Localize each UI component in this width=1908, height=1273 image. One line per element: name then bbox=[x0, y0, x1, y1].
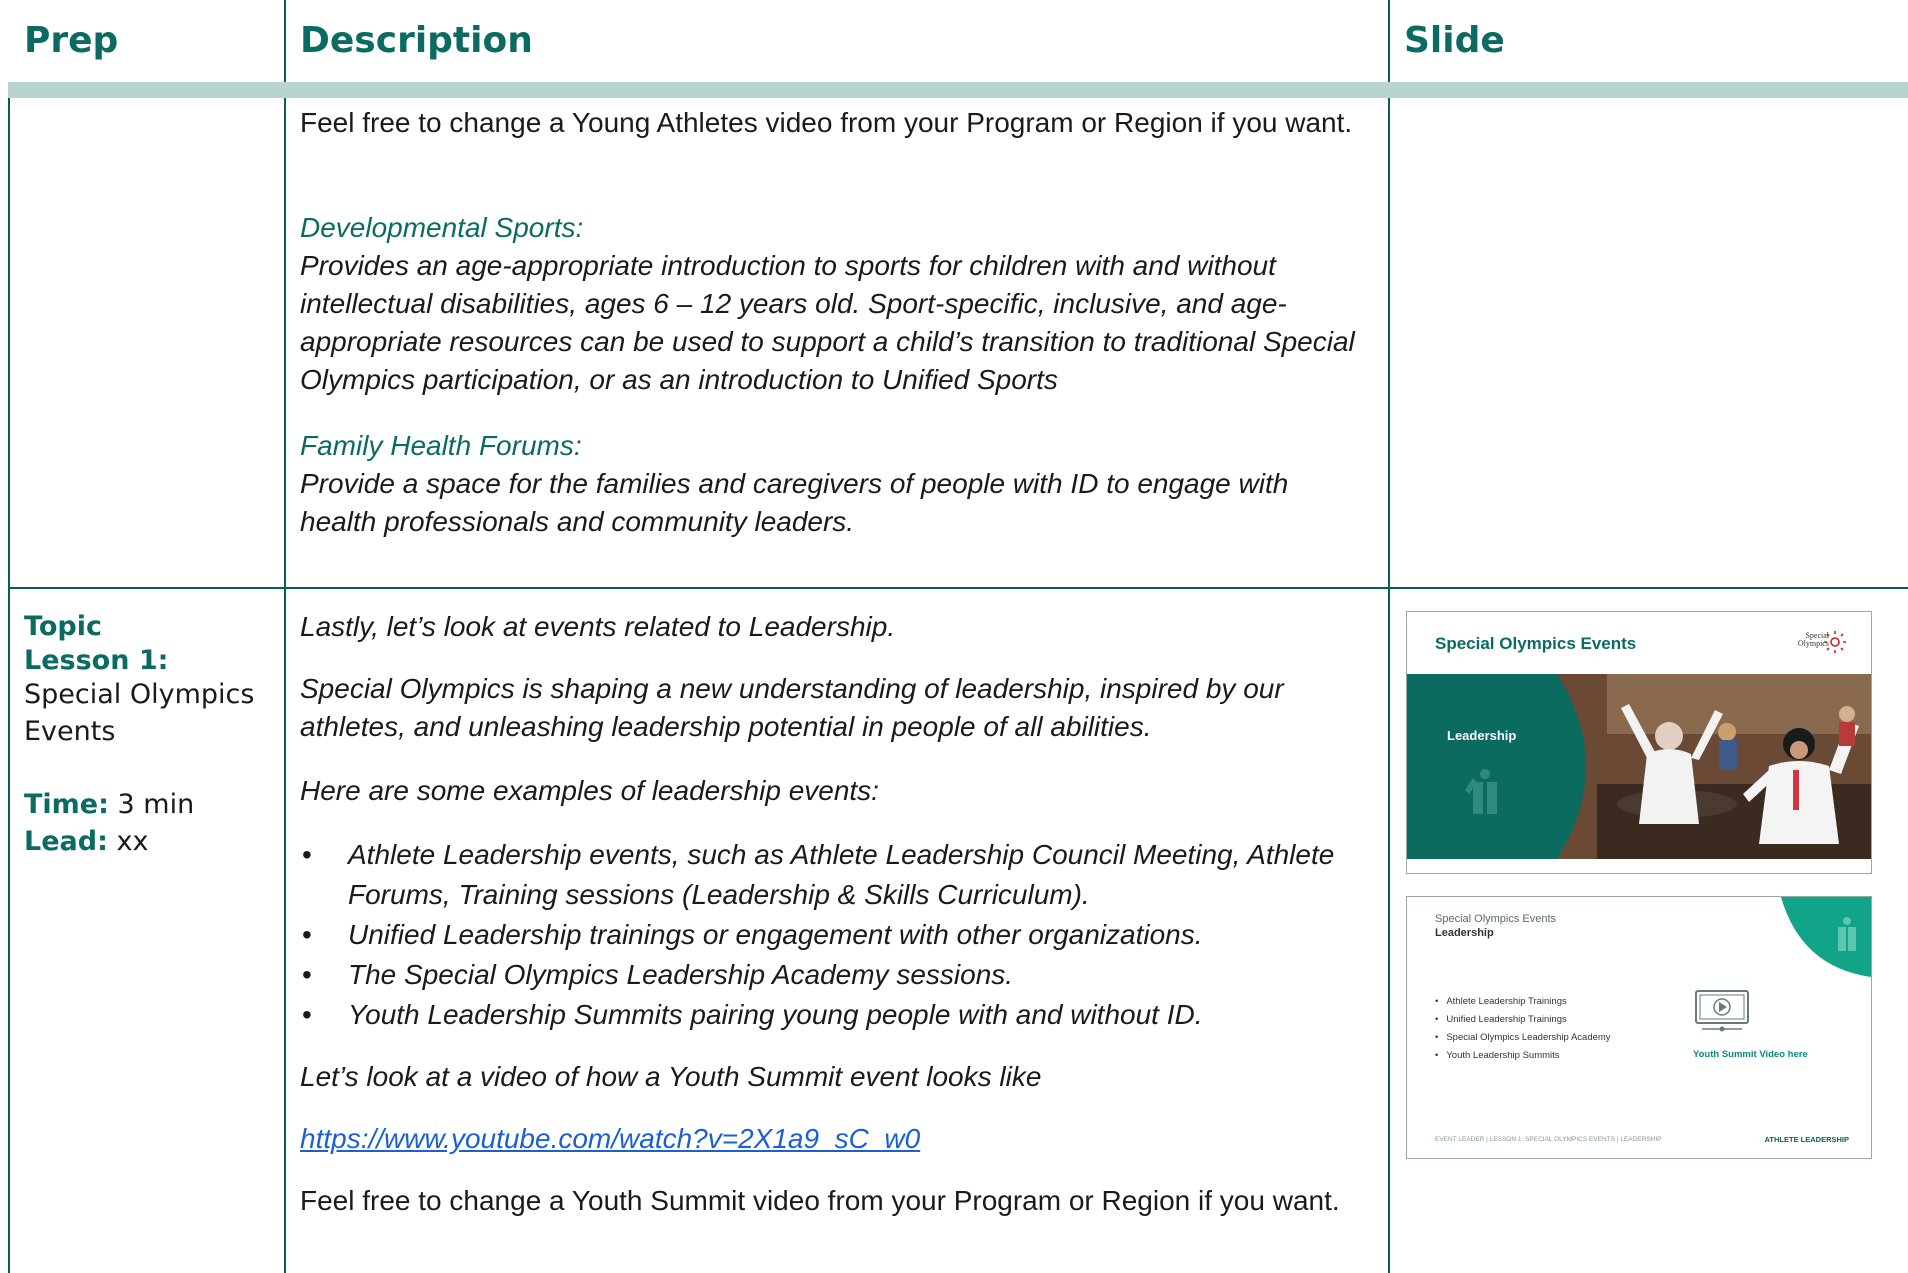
list-item: Unified Leadership trainings or engageme… bbox=[302, 915, 1348, 955]
developmental-sports-body: Provides an age-appropriate introduction… bbox=[300, 250, 1355, 395]
column-divider-left bbox=[8, 98, 10, 1273]
examples-intro: Here are some examples of leadership eve… bbox=[300, 775, 879, 806]
header-prep: Prep bbox=[24, 20, 119, 61]
list-item: Youth Leadership Summits bbox=[1435, 1047, 1611, 1065]
slide2-list: Athlete Leadership Trainings Unified Lea… bbox=[1435, 993, 1611, 1065]
list-item: Youth Leadership Summits pairing young p… bbox=[302, 995, 1348, 1035]
video-intro: Let’s look at a video of how a Youth Sum… bbox=[300, 1061, 1042, 1092]
header-description: Description bbox=[300, 20, 533, 61]
header-slide: Slide bbox=[1404, 20, 1505, 61]
list-item: Special Olympics Leadership Academy bbox=[1435, 1029, 1610, 1047]
slide2-video-label: Youth Summit Video here bbox=[1693, 1049, 1808, 1060]
list-item: Unified Leadership Trainings bbox=[1435, 1011, 1611, 1029]
family-health-forums-title: Family Health Forums: bbox=[300, 430, 582, 461]
leadership-photo bbox=[1407, 674, 1871, 859]
list-item: The Special Olympics Leadership Academy … bbox=[302, 955, 1348, 995]
slide2-title: Special Olympics Events bbox=[1435, 913, 1557, 925]
slide-thumbnail-content[interactable]: Special Olympics Events Leadership Athle… bbox=[1406, 896, 1872, 1159]
list-item: Athlete Leadership events, such as Athle… bbox=[302, 835, 1348, 915]
corner-accent-icon bbox=[1781, 897, 1871, 977]
prep-lead: Lead: xx bbox=[24, 826, 149, 857]
prep-time: Time: 3 min bbox=[24, 789, 195, 820]
row-divider bbox=[8, 587, 1908, 589]
prep-lesson-value: Special Olympics Events bbox=[24, 679, 255, 747]
slide1-leadership-label: Leadership bbox=[1447, 728, 1517, 743]
slide1-title: Special Olympics Events bbox=[1435, 634, 1637, 653]
column-divider-prep bbox=[284, 0, 286, 1273]
video-play-icon bbox=[1695, 990, 1749, 1032]
slide-thumbnail-title[interactable]: Special Olympics Events Special Olympics bbox=[1406, 611, 1872, 874]
prep-topic-label: Topic bbox=[24, 611, 102, 642]
family-health-forums-body: Provide a space for the families and car… bbox=[300, 468, 1289, 537]
column-divider-slide bbox=[1388, 0, 1390, 1273]
developmental-sports-title: Developmental Sports: bbox=[300, 212, 584, 243]
leadership-intro: Lastly, let’s look at events related to … bbox=[300, 611, 896, 642]
row2-outro: Feel free to change a Youth Summit video… bbox=[300, 1185, 1340, 1216]
leadership-events-list: Athlete Leadership events, such as Athle… bbox=[302, 835, 1348, 1035]
list-item: Athlete Leadership Trainings bbox=[1435, 993, 1611, 1011]
row1-intro: Feel free to change a Young Athletes vid… bbox=[300, 107, 1353, 138]
slide2-subtitle: Leadership bbox=[1435, 927, 1494, 939]
youtube-video-link[interactable]: https://www.youtube.com/watch?v=2X1a9_sC… bbox=[300, 1120, 920, 1158]
header-separator bbox=[8, 82, 1908, 98]
slide2-footer-left: EVENT LEADER | LESSON 1: SPECIAL OLYMPIC… bbox=[1435, 1136, 1662, 1143]
prep-lesson-label: Lesson 1: bbox=[24, 645, 169, 676]
slide2-footer-right: ATHLETE LEADERSHIP bbox=[1764, 1135, 1849, 1144]
leadership-shaping: Special Olympics is shaping a new unders… bbox=[300, 673, 1284, 742]
slide1-logo-text: Special Olympics bbox=[1797, 631, 1829, 648]
